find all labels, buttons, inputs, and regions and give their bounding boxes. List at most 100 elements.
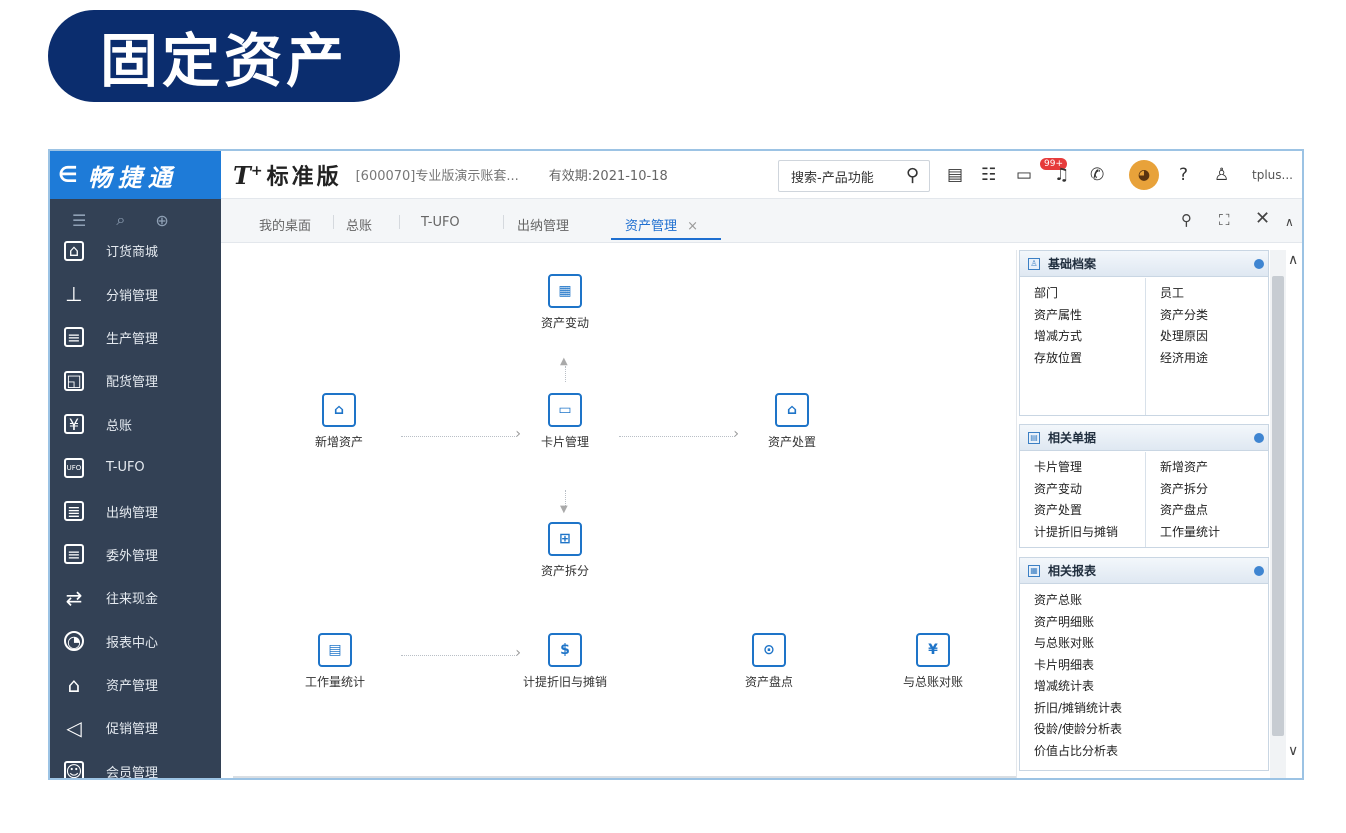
sidebar-item-distribution[interactable]: ⊥ 分销管理 <box>50 272 221 315</box>
search-icon[interactable]: ⚲ <box>906 165 919 186</box>
flow-node-asset-disposal[interactable]: ⌂ 资产处置 <box>742 393 842 450</box>
panel-column-empty <box>1145 585 1270 770</box>
link-asset-inventory[interactable]: 资产盘点 <box>1160 501 1270 523</box>
active-tab-indicator <box>611 238 721 240</box>
flow-node-card-management[interactable]: ▭ 卡片管理 <box>515 393 615 450</box>
brand-logo[interactable]: ∈ 畅捷通 <box>50 151 221 199</box>
link-depreciation-stats[interactable]: 折旧/摊销统计表 <box>1034 699 1145 721</box>
flow-node-asset-split[interactable]: ⊞ 资产拆分 <box>515 522 615 579</box>
close-tab-icon[interactable]: × <box>687 219 698 234</box>
flow-arrow-card-to-disposal <box>619 426 739 442</box>
flow-node-depreciation[interactable]: $ 计提折旧与摊销 <box>515 633 615 690</box>
scroll-up-icon[interactable]: ∧ <box>1285 215 1294 229</box>
sidebar-item-t-ufo[interactable]: UFO T-UFO <box>50 446 221 489</box>
sidebar: ∈ 畅捷通 ☰ ⌕ ⊕ ⌂ 订货商城 ⊥ 分销管理 ≡ 生产管理 ◱ 配货管理 ¥ 总账 … <box>50 151 221 778</box>
sidebar-item-asset-management[interactable]: ⌂ 资产管理 <box>50 663 221 706</box>
user-icon[interactable]: ♙ <box>1214 165 1229 185</box>
link-new-asset[interactable]: 新增资产 <box>1160 458 1270 480</box>
scroll-down-icon[interactable]: ∨ <box>1288 743 1298 759</box>
flow-node-asset-inventory[interactable]: ⊙ 资产盘点 <box>719 633 819 690</box>
collapse-icon[interactable] <box>1254 565 1264 576</box>
link-workload-stats[interactable]: 工作量统计 <box>1160 523 1270 545</box>
collapse-icon[interactable] <box>1254 258 1264 269</box>
search-input[interactable]: 搜索-产品功能 ⚲ <box>778 160 930 192</box>
org-chart-icon: ⊥ <box>65 282 83 307</box>
link-card-detail[interactable]: 卡片明细表 <box>1034 656 1145 678</box>
link-asset-change[interactable]: 资产变动 <box>1034 480 1145 502</box>
new-asset-icon: ⌂ <box>322 393 356 427</box>
sidebar-item-production[interactable]: ≡ 生产管理 <box>50 316 221 359</box>
phone-icon[interactable]: ✆ <box>1090 165 1104 185</box>
assistant-avatar[interactable]: ◕ <box>1129 160 1159 190</box>
logo-text: 畅捷通 <box>87 163 178 192</box>
link-asset-ledger[interactable]: 资产总账 <box>1034 591 1145 613</box>
search-icon[interactable]: ⌕ <box>116 210 125 230</box>
link-economic-use[interactable]: 经济用途 <box>1160 349 1270 371</box>
sidebar-item-cash-flow[interactable]: ⇄ 往来现金 <box>50 576 221 619</box>
sidebar-item-promotion[interactable]: ◁ 促销管理 <box>50 706 221 749</box>
sidebar-item-report-center[interactable]: ◔ 报表中心 <box>50 620 221 663</box>
link-asset-attribute[interactable]: 资产属性 <box>1034 306 1145 328</box>
link-change-method[interactable]: 增减方式 <box>1034 327 1145 349</box>
sidebar-item-delivery[interactable]: ◱ 配货管理 <box>50 359 221 402</box>
store-icon: ⌂ <box>64 240 84 261</box>
menu-icon[interactable]: ☰ <box>72 211 86 230</box>
tab-search-icon[interactable]: ⚲ <box>1181 211 1192 229</box>
link-asset-disposal[interactable]: 资产处置 <box>1034 501 1145 523</box>
sidebar-item-member[interactable]: ☺ 会员管理 <box>50 750 221 778</box>
link-asset-split[interactable]: 资产拆分 <box>1160 480 1270 502</box>
tab-asset-management[interactable]: 资产管理 × <box>625 215 698 234</box>
close-icon[interactable]: ✕ <box>1255 208 1270 229</box>
sidebar-item-ordering-mall[interactable]: ⌂ 订货商城 <box>50 229 221 272</box>
sidebar-item-cashier[interactable]: ≣ 出纳管理 <box>50 489 221 532</box>
link-gl-reconcile[interactable]: 与总账对账 <box>1034 634 1145 656</box>
sidebar-menu: ⌂ 订货商城 ⊥ 分销管理 ≡ 生产管理 ◱ 配货管理 ¥ 总账 UFO T-UFO ≣ 出纳… <box>50 229 221 778</box>
tab-separator <box>399 215 400 229</box>
link-asset-detail[interactable]: 资产明细账 <box>1034 613 1145 635</box>
checklist-icon[interactable]: ☷ <box>981 165 996 185</box>
link-card-management[interactable]: 卡片管理 <box>1034 458 1145 480</box>
link-handling-reason[interactable]: 处理原因 <box>1160 327 1270 349</box>
link-asset-category[interactable]: 资产分类 <box>1160 306 1270 328</box>
vertical-scrollbar[interactable] <box>1270 250 1286 778</box>
help-icon[interactable]: ? <box>1179 165 1188 185</box>
link-depreciation[interactable]: 计提折旧与摊销 <box>1034 523 1145 545</box>
sidebar-item-general-ledger[interactable]: ¥ 总账 <box>50 403 221 446</box>
documents-icon: ▤ <box>1028 431 1040 444</box>
expiry-date: 有效期:2021-10-18 <box>548 169 668 184</box>
link-storage-location[interactable]: 存放位置 <box>1034 349 1145 371</box>
scroll-up-icon[interactable]: ∧ <box>1288 252 1298 268</box>
add-icon[interactable]: ⊕ <box>155 211 168 230</box>
records-icon: ♙ <box>1028 257 1040 270</box>
tab-t-ufo[interactable]: T-UFO <box>421 215 460 230</box>
asset-flow-diagram: ▦资产变动 ▲ ⌂新增资产 ▭卡片管理 ⌂资产处置 ▼ ⊞资产拆分 ▤工作量统计… <box>233 250 1011 778</box>
fullscreen-icon[interactable]: ⛶ <box>1219 211 1230 229</box>
collapse-arrow-icon[interactable]: ∈ <box>58 163 78 188</box>
flow-node-workload-stats[interactable]: ▤ 工作量统计 <box>279 633 391 690</box>
message-icon[interactable]: ▭ <box>1016 165 1032 185</box>
flow-node-gl-reconcile[interactable]: ¥ 与总账对账 <box>883 633 983 690</box>
link-employee[interactable]: 员工 <box>1160 284 1270 306</box>
link-change-stats[interactable]: 增减统计表 <box>1034 677 1145 699</box>
asset-inventory-icon: ⊙ <box>752 633 786 667</box>
link-department[interactable]: 部门 <box>1034 284 1145 306</box>
calculator-icon[interactable]: ▤ <box>947 165 963 185</box>
username[interactable]: tplus... <box>1252 168 1293 182</box>
asset-split-icon: ⊞ <box>548 522 582 556</box>
tab-general-ledger[interactable]: 总账 <box>346 215 372 234</box>
tab-my-desktop[interactable]: 我的桌面 <box>259 215 311 234</box>
panel-column: 新增资产 资产拆分 资产盘点 工作量统计 <box>1145 452 1270 547</box>
scrollbar-thumb[interactable] <box>1272 276 1284 736</box>
flow-node-asset-change[interactable]: ▦ 资产变动 <box>515 274 615 331</box>
sidebar-item-outsourcing[interactable]: ≡ 委外管理 <box>50 533 221 576</box>
flow-node-new-asset[interactable]: ⌂ 新增资产 <box>289 393 389 450</box>
tab-cashier[interactable]: 出纳管理 <box>517 215 569 234</box>
product-brand: T+ 标准版 <box>233 160 342 190</box>
bell-icon[interactable]: ♫ <box>1054 165 1069 185</box>
card-management-icon: ▭ <box>548 393 582 427</box>
link-value-share[interactable]: 价值占比分析表 <box>1034 742 1145 764</box>
delivery-icon: ◱ <box>64 370 84 391</box>
pie-chart-icon: ◔ <box>64 631 84 652</box>
collapse-icon[interactable] <box>1254 432 1264 443</box>
link-age-analysis[interactable]: 役龄/使龄分析表 <box>1034 720 1145 742</box>
